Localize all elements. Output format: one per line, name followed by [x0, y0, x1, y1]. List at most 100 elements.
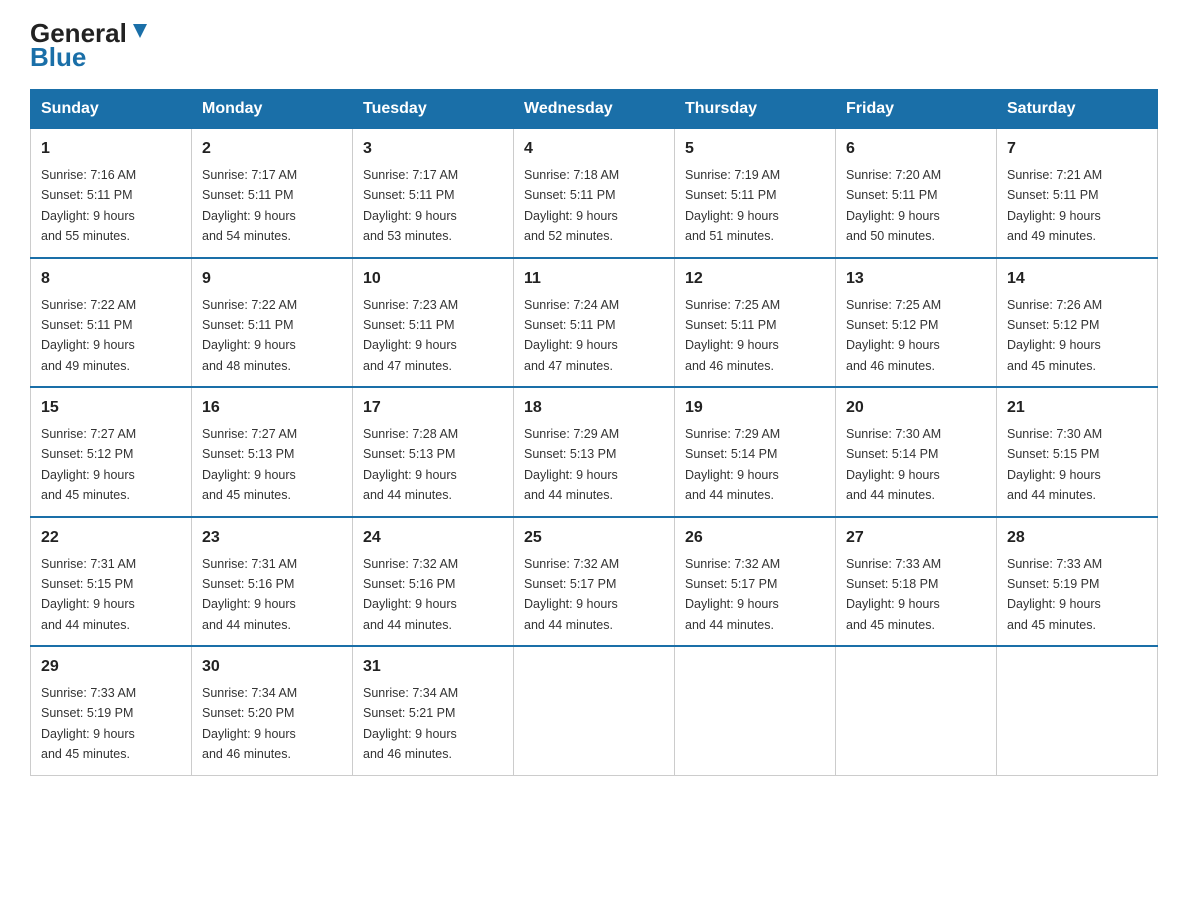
day-info: Sunrise: 7:17 AMSunset: 5:11 PMDaylight:…	[363, 168, 458, 243]
day-info: Sunrise: 7:18 AMSunset: 5:11 PMDaylight:…	[524, 168, 619, 243]
day-number: 15	[41, 396, 181, 420]
day-info: Sunrise: 7:27 AMSunset: 5:12 PMDaylight:…	[41, 427, 136, 502]
day-number: 12	[685, 267, 825, 291]
calendar-cell: 22 Sunrise: 7:31 AMSunset: 5:15 PMDaylig…	[31, 517, 192, 647]
calendar-cell: 29 Sunrise: 7:33 AMSunset: 5:19 PMDaylig…	[31, 646, 192, 775]
week-row-4: 22 Sunrise: 7:31 AMSunset: 5:15 PMDaylig…	[31, 517, 1158, 647]
weekday-header-thursday: Thursday	[675, 90, 836, 129]
calendar-cell: 10 Sunrise: 7:23 AMSunset: 5:11 PMDaylig…	[353, 258, 514, 388]
logo: General Blue	[30, 20, 151, 73]
day-info: Sunrise: 7:30 AMSunset: 5:15 PMDaylight:…	[1007, 427, 1102, 502]
calendar-cell: 31 Sunrise: 7:34 AMSunset: 5:21 PMDaylig…	[353, 646, 514, 775]
day-info: Sunrise: 7:23 AMSunset: 5:11 PMDaylight:…	[363, 298, 458, 373]
day-info: Sunrise: 7:22 AMSunset: 5:11 PMDaylight:…	[202, 298, 297, 373]
calendar-cell: 17 Sunrise: 7:28 AMSunset: 5:13 PMDaylig…	[353, 387, 514, 517]
calendar-cell: 5 Sunrise: 7:19 AMSunset: 5:11 PMDayligh…	[675, 129, 836, 258]
calendar-cell: 23 Sunrise: 7:31 AMSunset: 5:16 PMDaylig…	[192, 517, 353, 647]
day-number: 1	[41, 137, 181, 161]
day-number: 24	[363, 526, 503, 550]
calendar-cell: 14 Sunrise: 7:26 AMSunset: 5:12 PMDaylig…	[997, 258, 1158, 388]
day-number: 20	[846, 396, 986, 420]
week-row-2: 8 Sunrise: 7:22 AMSunset: 5:11 PMDayligh…	[31, 258, 1158, 388]
day-info: Sunrise: 7:24 AMSunset: 5:11 PMDaylight:…	[524, 298, 619, 373]
day-info: Sunrise: 7:32 AMSunset: 5:17 PMDaylight:…	[524, 557, 619, 632]
day-number: 25	[524, 526, 664, 550]
day-info: Sunrise: 7:32 AMSunset: 5:16 PMDaylight:…	[363, 557, 458, 632]
day-number: 10	[363, 267, 503, 291]
week-row-3: 15 Sunrise: 7:27 AMSunset: 5:12 PMDaylig…	[31, 387, 1158, 517]
day-number: 9	[202, 267, 342, 291]
logo-blue: Blue	[30, 42, 86, 73]
day-number: 13	[846, 267, 986, 291]
day-number: 6	[846, 137, 986, 161]
day-info: Sunrise: 7:29 AMSunset: 5:14 PMDaylight:…	[685, 427, 780, 502]
day-info: Sunrise: 7:27 AMSunset: 5:13 PMDaylight:…	[202, 427, 297, 502]
weekday-header-monday: Monday	[192, 90, 353, 129]
day-info: Sunrise: 7:16 AMSunset: 5:11 PMDaylight:…	[41, 168, 136, 243]
weekday-header-tuesday: Tuesday	[353, 90, 514, 129]
page-header: General Blue	[30, 20, 1158, 73]
day-number: 23	[202, 526, 342, 550]
calendar-cell: 27 Sunrise: 7:33 AMSunset: 5:18 PMDaylig…	[836, 517, 997, 647]
day-number: 22	[41, 526, 181, 550]
day-info: Sunrise: 7:25 AMSunset: 5:11 PMDaylight:…	[685, 298, 780, 373]
calendar-cell: 20 Sunrise: 7:30 AMSunset: 5:14 PMDaylig…	[836, 387, 997, 517]
day-info: Sunrise: 7:21 AMSunset: 5:11 PMDaylight:…	[1007, 168, 1102, 243]
day-info: Sunrise: 7:28 AMSunset: 5:13 PMDaylight:…	[363, 427, 458, 502]
day-number: 31	[363, 655, 503, 679]
day-number: 30	[202, 655, 342, 679]
day-info: Sunrise: 7:32 AMSunset: 5:17 PMDaylight:…	[685, 557, 780, 632]
calendar-cell: 6 Sunrise: 7:20 AMSunset: 5:11 PMDayligh…	[836, 129, 997, 258]
day-number: 16	[202, 396, 342, 420]
weekday-header-wednesday: Wednesday	[514, 90, 675, 129]
day-info: Sunrise: 7:31 AMSunset: 5:15 PMDaylight:…	[41, 557, 136, 632]
calendar-cell: 12 Sunrise: 7:25 AMSunset: 5:11 PMDaylig…	[675, 258, 836, 388]
weekday-header-row: SundayMondayTuesdayWednesdayThursdayFrid…	[31, 90, 1158, 129]
day-number: 17	[363, 396, 503, 420]
day-info: Sunrise: 7:30 AMSunset: 5:14 PMDaylight:…	[846, 427, 941, 502]
calendar-cell: 13 Sunrise: 7:25 AMSunset: 5:12 PMDaylig…	[836, 258, 997, 388]
calendar-cell: 30 Sunrise: 7:34 AMSunset: 5:20 PMDaylig…	[192, 646, 353, 775]
day-number: 7	[1007, 137, 1147, 161]
day-number: 5	[685, 137, 825, 161]
day-number: 11	[524, 267, 664, 291]
day-info: Sunrise: 7:33 AMSunset: 5:19 PMDaylight:…	[41, 686, 136, 761]
calendar-cell: 26 Sunrise: 7:32 AMSunset: 5:17 PMDaylig…	[675, 517, 836, 647]
calendar-cell: 2 Sunrise: 7:17 AMSunset: 5:11 PMDayligh…	[192, 129, 353, 258]
calendar-cell: 16 Sunrise: 7:27 AMSunset: 5:13 PMDaylig…	[192, 387, 353, 517]
day-info: Sunrise: 7:17 AMSunset: 5:11 PMDaylight:…	[202, 168, 297, 243]
calendar-cell: 24 Sunrise: 7:32 AMSunset: 5:16 PMDaylig…	[353, 517, 514, 647]
day-number: 4	[524, 137, 664, 161]
day-info: Sunrise: 7:25 AMSunset: 5:12 PMDaylight:…	[846, 298, 941, 373]
calendar-cell: 25 Sunrise: 7:32 AMSunset: 5:17 PMDaylig…	[514, 517, 675, 647]
calendar-cell: 1 Sunrise: 7:16 AMSunset: 5:11 PMDayligh…	[31, 129, 192, 258]
calendar-cell	[514, 646, 675, 775]
day-info: Sunrise: 7:31 AMSunset: 5:16 PMDaylight:…	[202, 557, 297, 632]
day-number: 18	[524, 396, 664, 420]
calendar-cell: 9 Sunrise: 7:22 AMSunset: 5:11 PMDayligh…	[192, 258, 353, 388]
day-number: 29	[41, 655, 181, 679]
day-number: 3	[363, 137, 503, 161]
calendar-cell	[997, 646, 1158, 775]
logo-arrow-icon	[129, 20, 151, 42]
weekday-header-saturday: Saturday	[997, 90, 1158, 129]
day-info: Sunrise: 7:22 AMSunset: 5:11 PMDaylight:…	[41, 298, 136, 373]
day-info: Sunrise: 7:26 AMSunset: 5:12 PMDaylight:…	[1007, 298, 1102, 373]
calendar-cell: 7 Sunrise: 7:21 AMSunset: 5:11 PMDayligh…	[997, 129, 1158, 258]
calendar-cell: 19 Sunrise: 7:29 AMSunset: 5:14 PMDaylig…	[675, 387, 836, 517]
day-number: 28	[1007, 526, 1147, 550]
calendar-cell: 4 Sunrise: 7:18 AMSunset: 5:11 PMDayligh…	[514, 129, 675, 258]
day-info: Sunrise: 7:34 AMSunset: 5:21 PMDaylight:…	[363, 686, 458, 761]
day-info: Sunrise: 7:20 AMSunset: 5:11 PMDaylight:…	[846, 168, 941, 243]
day-number: 26	[685, 526, 825, 550]
weekday-header-sunday: Sunday	[31, 90, 192, 129]
day-info: Sunrise: 7:19 AMSunset: 5:11 PMDaylight:…	[685, 168, 780, 243]
calendar-cell: 3 Sunrise: 7:17 AMSunset: 5:11 PMDayligh…	[353, 129, 514, 258]
day-info: Sunrise: 7:33 AMSunset: 5:19 PMDaylight:…	[1007, 557, 1102, 632]
calendar-cell	[836, 646, 997, 775]
day-info: Sunrise: 7:29 AMSunset: 5:13 PMDaylight:…	[524, 427, 619, 502]
calendar-cell: 8 Sunrise: 7:22 AMSunset: 5:11 PMDayligh…	[31, 258, 192, 388]
week-row-1: 1 Sunrise: 7:16 AMSunset: 5:11 PMDayligh…	[31, 129, 1158, 258]
calendar-table: SundayMondayTuesdayWednesdayThursdayFrid…	[30, 89, 1158, 776]
calendar-cell	[675, 646, 836, 775]
